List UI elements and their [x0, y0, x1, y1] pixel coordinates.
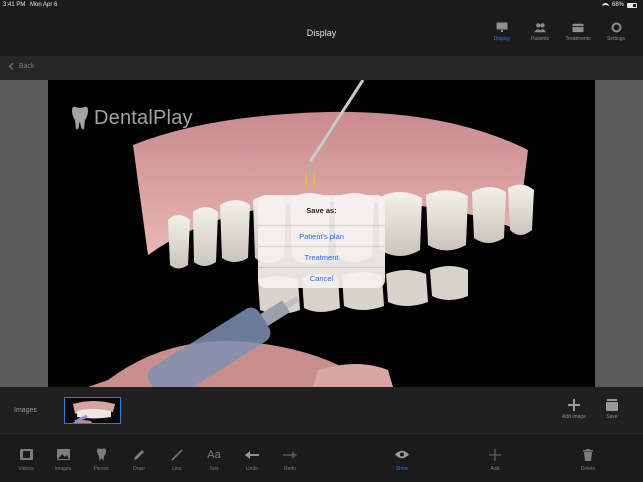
tool-redo-label: Redo — [284, 466, 296, 472]
chevron-left-icon — [8, 62, 17, 71]
text-icon: Aa — [207, 448, 221, 461]
tool-delete-label: Delete — [580, 466, 596, 472]
tool-show-label: Show — [395, 466, 409, 472]
status-time: 3:41 PM — [3, 2, 26, 8]
videos-icon — [19, 448, 33, 461]
wifi-icon — [601, 2, 609, 8]
tool-images[interactable]: Images — [46, 448, 80, 472]
tool-add[interactable]: Add — [478, 448, 512, 472]
battery-icon — [627, 2, 637, 8]
tool-videos-label: Videos — [18, 466, 34, 472]
tab-treatments[interactable]: Treatments — [559, 22, 597, 42]
plus-icon — [567, 399, 580, 411]
option-treatment[interactable]: Treatment — [258, 246, 385, 267]
tooth-logo-icon — [72, 106, 88, 130]
tab-patients[interactable]: Patients — [521, 22, 559, 42]
tool-line[interactable]: Line — [160, 448, 194, 472]
brand-name: DentalPlay — [94, 106, 193, 129]
option-patients-plan[interactable]: Patient's plan — [258, 225, 385, 246]
tool-images-label: Images — [54, 466, 72, 472]
tool-redo[interactable]: Redo — [273, 448, 307, 472]
image-thumbnail[interactable] — [64, 397, 121, 424]
tool-videos[interactable]: Videos — [9, 448, 43, 472]
tab-settings-label: Settings — [606, 36, 626, 42]
images-strip-label: Images — [14, 407, 37, 414]
treatments-icon — [572, 22, 584, 33]
undo-arrow-icon — [245, 448, 259, 461]
back-bar: Back — [0, 56, 643, 80]
back-button[interactable]: Back — [8, 62, 35, 71]
add-image-button[interactable]: Add image — [562, 399, 586, 420]
tool-pieces[interactable]: Pieces — [84, 448, 118, 472]
status-bar: 3:41 PM Mon Apr 6 68% — [0, 0, 643, 12]
tool-add-label: Add — [490, 466, 500, 472]
redo-arrow-icon — [283, 448, 297, 461]
tab-display-label: Display — [493, 36, 511, 42]
line-icon — [171, 448, 183, 461]
settings-icon — [610, 22, 622, 33]
patients-icon — [534, 22, 546, 33]
tab-patients-label: Patients — [530, 36, 550, 42]
tool-undo[interactable]: Undo — [235, 448, 269, 472]
images-strip: Images Add image Save — [0, 387, 643, 433]
display-icon — [496, 22, 508, 33]
add-image-label: Add image — [562, 414, 586, 420]
tool-text[interactable]: Aa Text — [197, 448, 231, 473]
tool-delete[interactable]: Delete — [571, 448, 605, 472]
trash-icon — [583, 448, 593, 461]
battery-fill — [628, 3, 634, 7]
tab-settings[interactable]: Settings — [597, 22, 635, 42]
dialog-title: Save as: — [306, 205, 337, 215]
status-right: 68% — [601, 2, 637, 8]
save-as-dialog: Save as: Patient's plan Treatment Cancel — [258, 195, 385, 288]
battery-percent: 68% — [611, 2, 624, 8]
tool-draw-label: Draw — [133, 466, 145, 472]
save-label: Save — [606, 414, 618, 420]
tooth-icon — [96, 448, 107, 461]
images-icon — [56, 448, 70, 461]
tab-treatments-label: Treatments — [565, 36, 591, 42]
tool-pieces-label: Pieces — [93, 466, 109, 472]
tool-line-label: Line — [172, 466, 182, 472]
thumbnail-preview — [72, 401, 115, 423]
eye-icon — [395, 448, 409, 461]
tab-display[interactable]: Display — [483, 22, 521, 42]
tool-text-label: Text — [209, 466, 219, 472]
nav-tabs: Display Patients Treatments Settings — [483, 22, 635, 42]
plus-icon — [489, 448, 501, 461]
tool-show[interactable]: Show — [385, 448, 419, 472]
tool-draw[interactable]: Draw — [122, 448, 156, 472]
bottom-toolbar: Videos Images Pieces Draw Line Aa Text U… — [0, 433, 643, 482]
save-button[interactable]: Save — [606, 399, 618, 420]
cancel-button[interactable]: Cancel — [258, 267, 385, 288]
brand-logo: DentalPlay — [70, 106, 193, 130]
status-date: Mon Apr 6 — [30, 2, 58, 8]
save-icon — [606, 399, 618, 411]
pencil-icon — [133, 448, 145, 461]
tool-undo-label: Undo — [246, 466, 258, 472]
top-nav-bar: Display Display Patients Treatments Sett… — [0, 12, 643, 56]
back-label: Back — [19, 63, 35, 70]
